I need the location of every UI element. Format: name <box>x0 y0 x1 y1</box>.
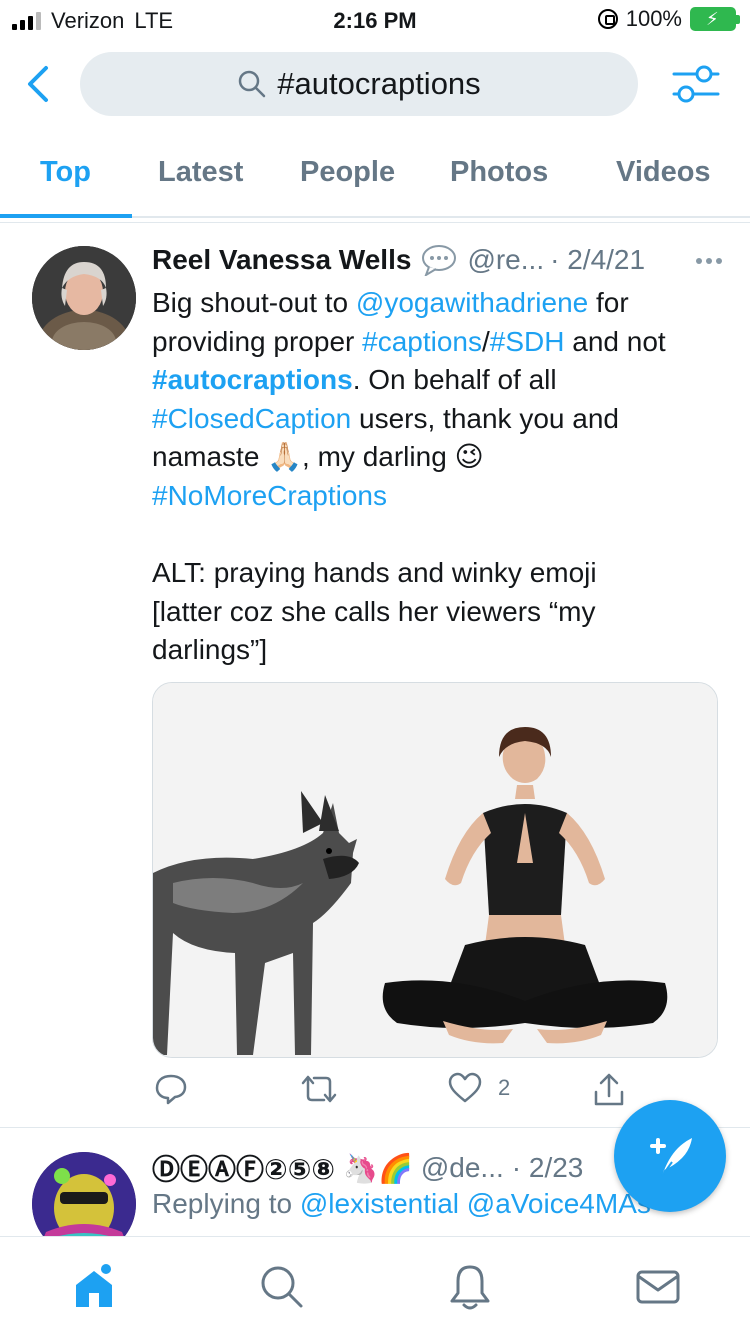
more-options-icon[interactable] <box>696 258 722 264</box>
yoga-with-dog-photo <box>153 683 717 1057</box>
share-button[interactable] <box>592 1072 626 1108</box>
home-icon <box>76 1264 112 1307</box>
replying-to: Replying to @lexistential @aVoice4MAs <box>152 1188 651 1220</box>
tweet-actions: 2 <box>152 1072 712 1112</box>
status-bar: Verizon LTE 2:16 PM 100% ⚡ <box>0 0 750 40</box>
nav-search[interactable] <box>258 1263 306 1311</box>
search-icon <box>239 70 266 98</box>
tweet-header: Reel Vanessa Wells @re... · 2/4/21 <box>152 244 722 276</box>
like-count: 2 <box>498 1075 511 1100</box>
author-name[interactable]: ⒹⒺⒶⒻ②⑤⑧ <box>152 1148 335 1188</box>
hashtag-link[interactable]: #SDH <box>490 326 565 357</box>
search-header: #autocraptions <box>0 50 750 120</box>
compose-tweet-button[interactable] <box>614 1100 726 1212</box>
bell-icon <box>450 1265 490 1310</box>
avatar-image <box>32 246 136 350</box>
share-icon <box>594 1073 624 1106</box>
mention-link[interactable]: @lexistential @aVoice4MAs <box>300 1188 651 1219</box>
winking-face-emoji: 😉 <box>454 441 484 473</box>
tweet-text-segment: . On behalf of all <box>352 364 557 396</box>
compose-feather-icon <box>650 1138 692 1177</box>
search-query: #autocraptions <box>277 66 481 101</box>
tweet-date: · 2/23 <box>511 1152 584 1183</box>
nav-messages[interactable] <box>634 1263 682 1311</box>
nav-notifications[interactable] <box>446 1263 494 1311</box>
search-filter-button[interactable] <box>672 62 720 106</box>
tweet-text: Big shout-out to @yogawithadriene for pr… <box>152 284 712 670</box>
tab-videos[interactable]: Videos <box>616 156 711 189</box>
author-handle[interactable]: @re... <box>467 244 544 276</box>
alt-text-line: [latter coz she calls her viewers “my da… <box>152 595 596 666</box>
search-input[interactable]: #autocraptions <box>80 52 638 116</box>
envelope-icon <box>636 1270 680 1304</box>
hashtag-link[interactable]: #autocraptions <box>152 364 353 395</box>
battery-percent: 100% <box>625 6 682 31</box>
bottom-tab-bar <box>0 1236 750 1334</box>
like-button[interactable]: 2 <box>448 1072 510 1104</box>
retweet-button[interactable] <box>300 1072 338 1106</box>
tweet-text-segment: and not <box>564 325 666 357</box>
tab-latest[interactable]: Latest <box>158 156 243 189</box>
alt-text-line: ALT: praying hands and winky emoji <box>152 557 597 589</box>
filter-sliders-icon <box>672 65 720 103</box>
back-button[interactable] <box>20 64 60 104</box>
hashtag-link[interactable]: #ClosedCaption <box>152 403 351 434</box>
author-name[interactable]: Reel Vanessa Wells <box>152 244 411 276</box>
chevron-left-icon <box>28 66 48 102</box>
replying-to-label: Replying to <box>152 1188 300 1219</box>
author-handle[interactable]: @de... <box>421 1152 504 1184</box>
battery-charging-icon: ⚡ <box>690 7 740 31</box>
orientation-lock-icon <box>597 9 618 29</box>
reply-button[interactable] <box>154 1072 188 1106</box>
speech-bubble-icon <box>422 245 457 276</box>
hashtag-link[interactable]: #captions <box>362 326 482 357</box>
heart-icon <box>448 1072 482 1103</box>
avatar[interactable] <box>32 246 136 350</box>
tweet-text-segment: / <box>482 325 490 357</box>
hashtag-link[interactable]: #NoMoreCraptions <box>152 480 387 511</box>
divider <box>0 222 750 223</box>
nav-home[interactable] <box>70 1263 118 1311</box>
tab-people[interactable]: People <box>300 156 395 189</box>
reply-icon <box>155 1074 187 1105</box>
search-tabs: Top Latest People Photos Videos <box>0 140 750 218</box>
author-name-emojis: 🦄🌈 <box>343 1152 413 1184</box>
avatar-image <box>32 1152 136 1238</box>
retweet-icon <box>301 1075 337 1103</box>
status-right: 100% ⚡ <box>597 6 740 32</box>
tab-photos[interactable]: Photos <box>450 156 548 189</box>
tweet-date: · 2/4/21 <box>550 244 646 275</box>
avatar[interactable] <box>32 1152 136 1238</box>
tweet-text-segment: , my darling <box>302 441 455 473</box>
search-icon <box>261 1266 303 1308</box>
tab-top[interactable]: Top <box>40 156 91 189</box>
tweet-text-segment: Big shout-out to <box>152 287 356 318</box>
active-tab-indicator <box>0 214 132 218</box>
tweet-header: ⒹⒺⒶⒻ②⑤⑧ 🦄🌈 @de... · 2/23 <box>152 1148 583 1188</box>
mention-link[interactable]: @yogawithadriene <box>356 287 588 318</box>
praying-hands-emoji: 🙏🏻 <box>267 441 303 473</box>
tweet-media-image[interactable] <box>152 682 718 1058</box>
